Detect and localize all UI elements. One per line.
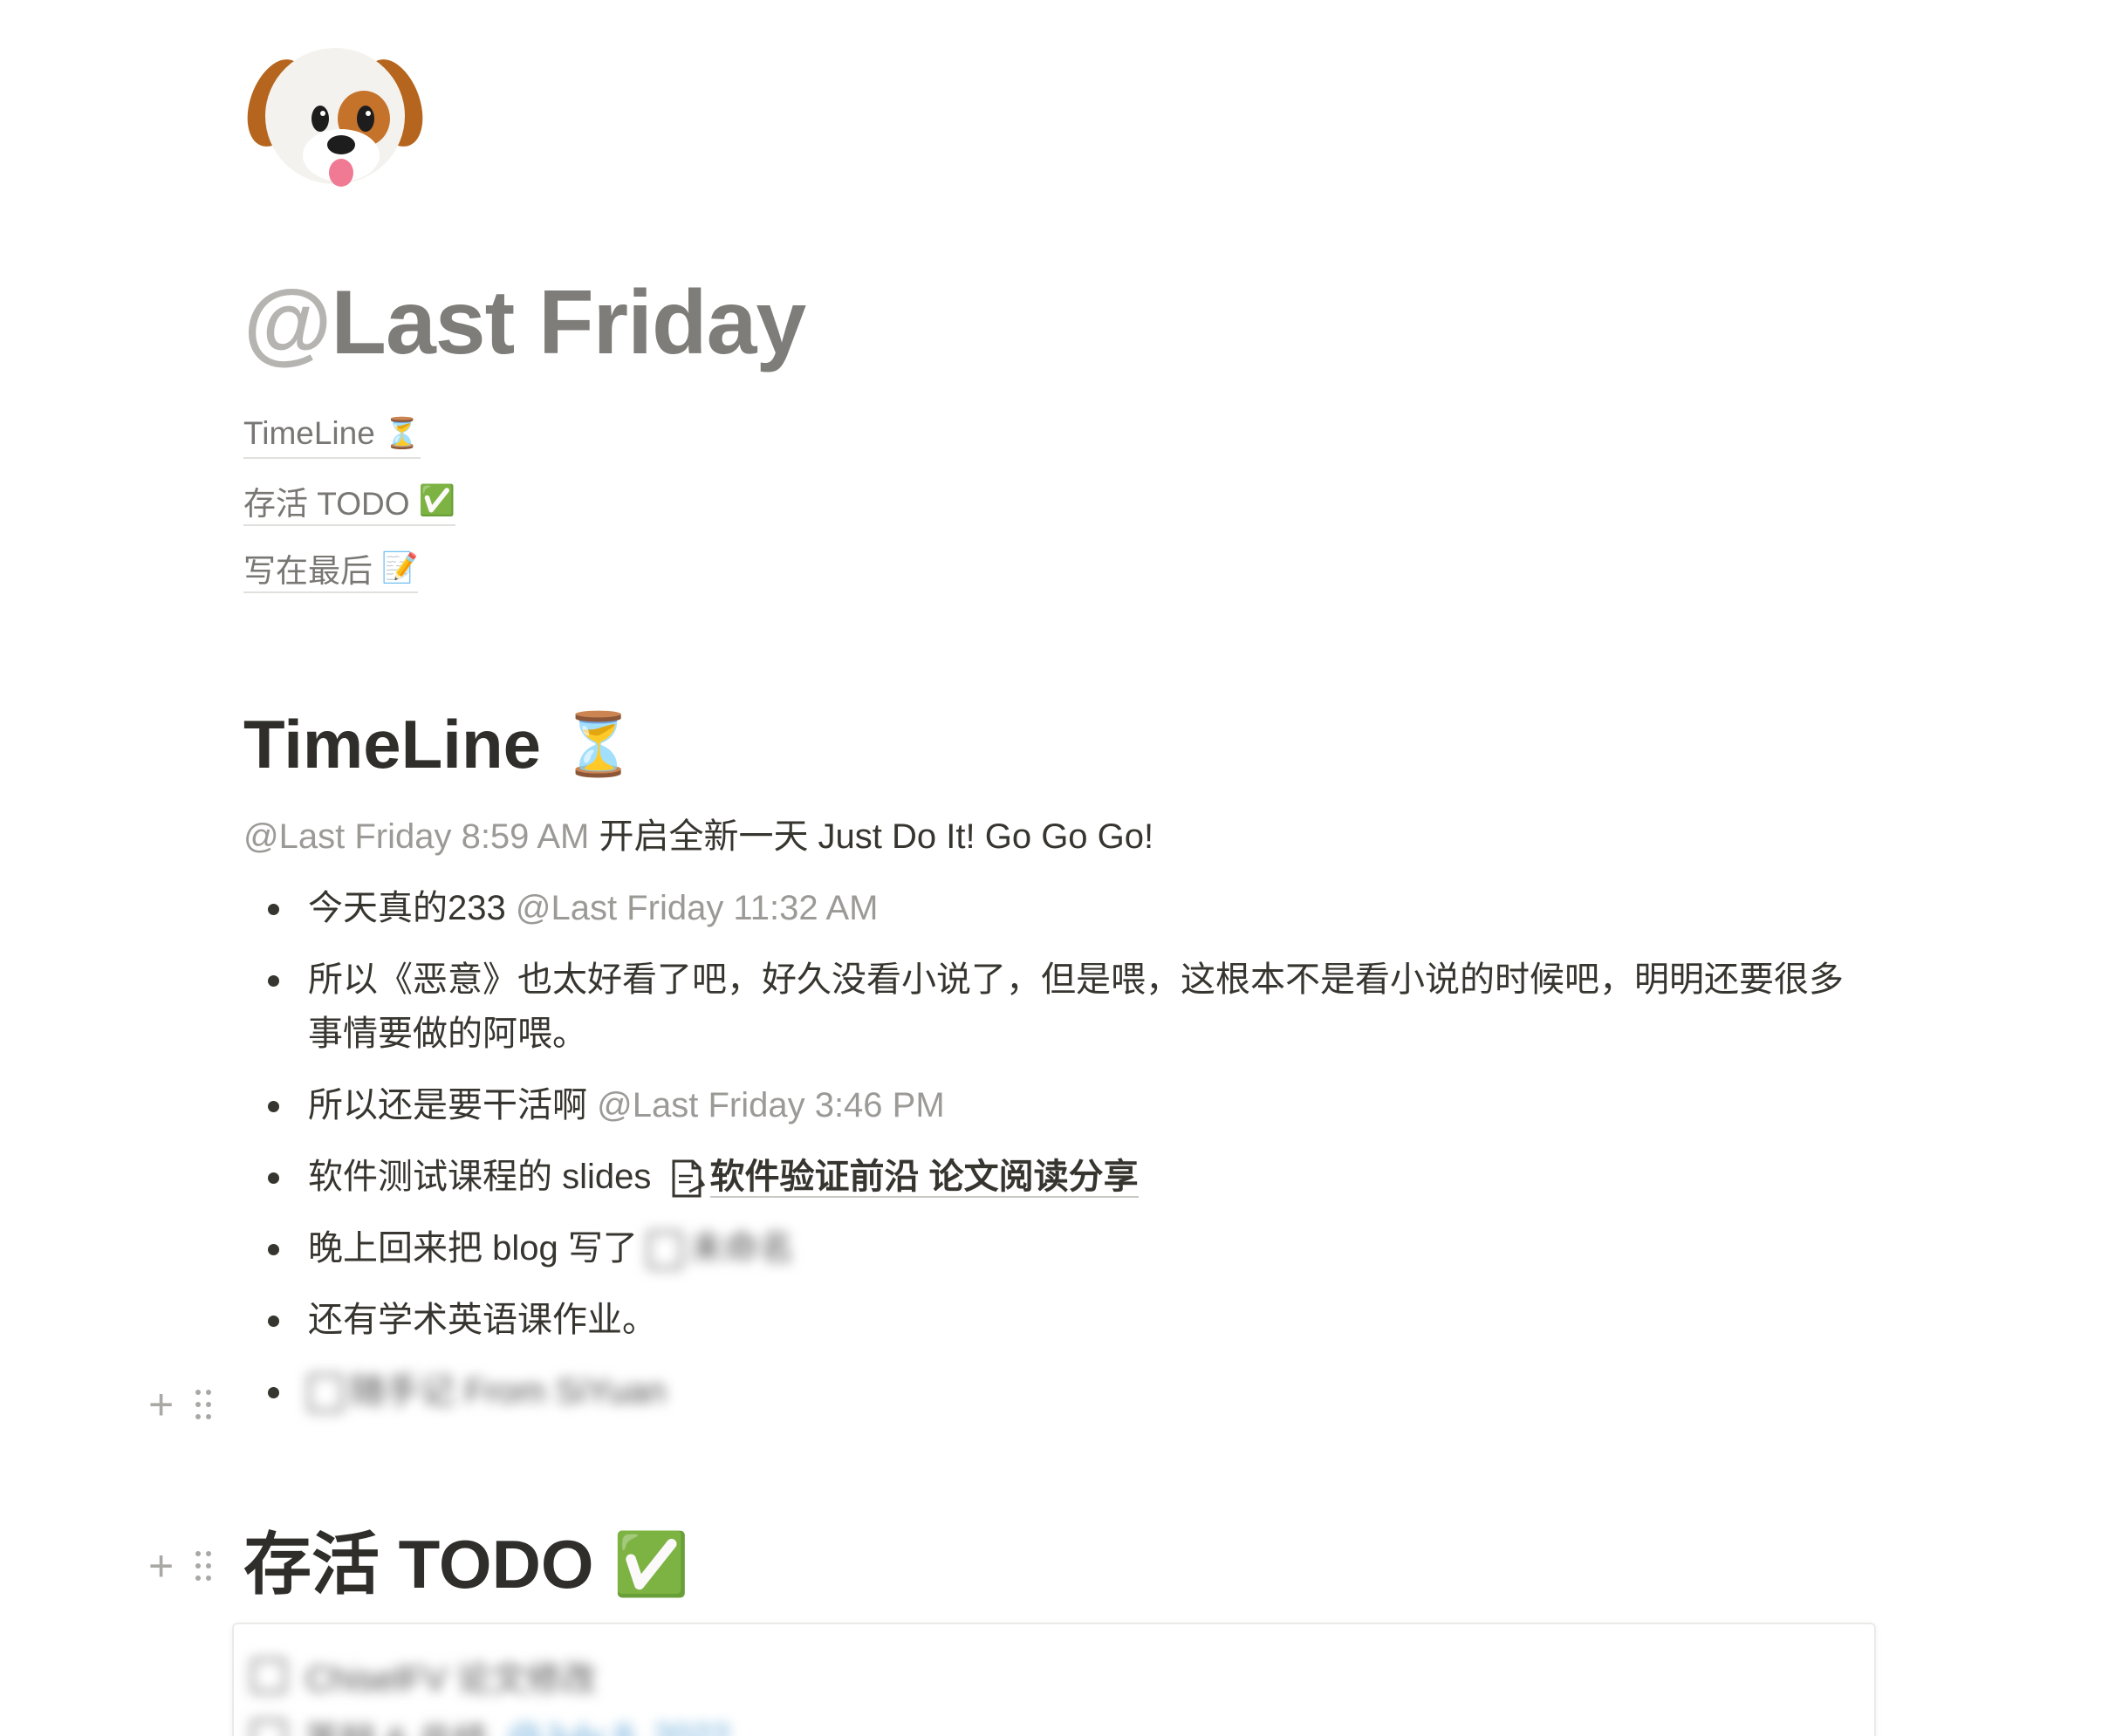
date-mention[interactable]: @Last Friday 11:32 AM — [516, 889, 879, 927]
list-item[interactable]: 所以《恶意》也太好看了吧，好久没看小说了，但是喂，这根本不是看小说的时候吧，明明… — [243, 953, 1866, 1061]
list-item[interactable]: 软件测试课程的 slides 软件验证前沿 论文阅读分享 — [243, 1150, 1866, 1204]
add-block-icon[interactable]: + — [148, 1544, 174, 1588]
check-box-icon: ✅ — [613, 1530, 689, 1598]
page-link[interactable]: 软件验证前沿 论文阅读分享 — [709, 1158, 1139, 1198]
list-item-text: 软件测试课程的 slides — [308, 1158, 661, 1196]
toc-item-todo[interactable]: 存活 TODO ✅ — [243, 477, 455, 526]
list-item[interactable]: 所以还是要干活啊 @Last Friday 3:46 PM — [243, 1078, 1866, 1132]
list-item[interactable]: 晚上回来把 blog 写了 未命名 — [243, 1221, 1866, 1275]
list-item-text: 还有学术英语课作业。 — [308, 1301, 657, 1339]
toc-item-label: TimeLine — [243, 415, 375, 451]
table-of-contents: TimeLine ⏳ 存活 TODO ✅ 写在最后 📝 — [243, 410, 455, 612]
todo-item[interactable]: 答辩 & 总结 @July 8, 2022 — [251, 1712, 730, 1736]
checkbox[interactable] — [251, 1719, 286, 1736]
page-link-icon — [672, 1159, 705, 1198]
heading-text: 存活 TODO — [243, 1526, 594, 1603]
title-at-symbol: @ — [243, 272, 332, 373]
toc-item-final-words[interactable]: 写在最后 📝 — [243, 544, 419, 593]
toc-item-label: 存活 TODO — [243, 486, 410, 522]
line-text: 开启全新一天 Just Do It! Go Go Go! — [589, 817, 1154, 856]
hourglass-icon: ⏳ — [559, 710, 637, 778]
checkbox[interactable] — [251, 1658, 286, 1693]
add-block-icon[interactable]: + — [148, 1383, 174, 1426]
blurred-page-link[interactable]: 未命名 — [647, 1221, 794, 1275]
heading-todo[interactable]: 存活 TODO ✅ — [243, 1522, 689, 1606]
dog-face-icon[interactable] — [243, 33, 427, 190]
todo-item-label: ChiselFV 论文修改 — [305, 1660, 597, 1698]
page-title[interactable]: @Last Friday — [243, 270, 806, 375]
date-mention[interactable]: @Last Friday 3:46 PM — [597, 1086, 945, 1124]
timeline-first-line[interactable]: @Last Friday 8:59 AM 开启全新一天 Just Do It! … — [243, 811, 1153, 862]
heading-timeline[interactable]: TimeLine ⏳ — [243, 702, 636, 786]
toc-item-timeline[interactable]: TimeLine ⏳ — [243, 410, 421, 459]
page-icon — [308, 1374, 343, 1413]
list-item[interactable]: 今天真的233 @Last Friday 11:32 AM — [243, 881, 1866, 935]
list-item[interactable]: 还有学术英语课作业。 — [243, 1293, 1866, 1347]
date-mention[interactable]: @Last Friday 8:59 AM — [243, 817, 589, 856]
todo-item-label: 答辩 & 总结 — [305, 1712, 488, 1736]
toc-item-label: 写在最后 — [243, 553, 373, 589]
list-item[interactable]: 随手记 From SiYuan — [243, 1364, 1866, 1418]
memo-icon: 📝 — [381, 551, 419, 584]
list-item-text: 所以还是要干活啊 — [308, 1086, 598, 1124]
list-item-text: 所以《恶意》也太好看了吧，好久没看小说了，但是喂，这根本不是看小说的时候吧，明明… — [308, 960, 1844, 1053]
date-mention[interactable]: @July 8, 2022 — [507, 1718, 730, 1736]
drag-handle-icon[interactable] — [195, 1389, 212, 1420]
todo-list-card: ChiselFV 论文修改 答辩 & 总结 @July 8, 2022 — [232, 1623, 1876, 1736]
title-text: Last Friday — [331, 272, 806, 373]
timeline-bullet-list: 今天真的233 @Last Friday 11:32 AM 所以《恶意》也太好看… — [243, 881, 1866, 1436]
page-icon — [647, 1231, 682, 1270]
heading-text: TimeLine — [243, 706, 541, 783]
list-item-text: 今天真的233 — [308, 889, 516, 927]
list-item-text: 晚上回来把 blog 写了 — [308, 1229, 647, 1268]
hourglass-icon: ⏳ — [383, 417, 421, 450]
block-handle: + — [148, 1544, 212, 1588]
blurred-page-link[interactable]: 随手记 From SiYuan — [308, 1364, 666, 1418]
check-box-icon: ✅ — [418, 484, 455, 517]
drag-handle-icon[interactable] — [195, 1550, 212, 1582]
todo-item[interactable]: ChiselFV 论文修改 — [251, 1651, 596, 1701]
notion-page: @Last Friday TimeLine ⏳ 存活 TODO ✅ 写在最后 📝… — [0, 0, 2122, 1736]
block-handle: + — [148, 1383, 212, 1426]
